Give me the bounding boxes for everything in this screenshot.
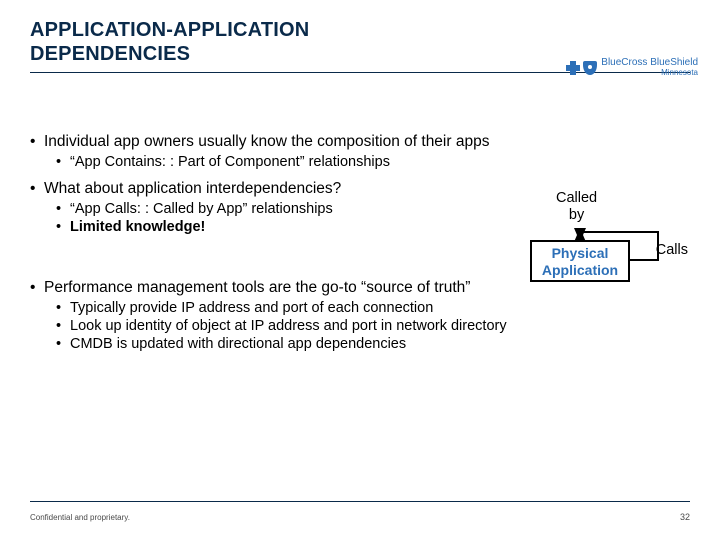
brand-logo: BlueCross BlueShield Minnesota xyxy=(566,58,698,77)
shield-icon xyxy=(583,61,597,75)
bullet-2b: Limited knowledge! xyxy=(70,219,205,235)
bullet-1a: “App Contains: : Part of Component” rela… xyxy=(70,154,390,170)
cross-icon xyxy=(566,61,580,75)
bullet-2a: “App Calls: : Called by App” relationshi… xyxy=(70,201,333,217)
logo-sub: Minnesota xyxy=(601,69,698,77)
bullet-3: Performance management tools are the go-… xyxy=(44,279,470,297)
called-by-label: Called by xyxy=(556,190,597,223)
bullet-3b: Look up identity of object at IP address… xyxy=(70,318,507,334)
bullet-3a: Typically provide IP address and port of… xyxy=(70,300,433,316)
dependency-diagram: Called by Physical Application Calls xyxy=(478,190,688,300)
logo-text: BlueCross BlueShield Minnesota xyxy=(601,58,698,77)
title-line2: DEPENDENCIES xyxy=(30,43,190,65)
title-line1: APPLICATION-APPLICATION xyxy=(30,19,309,41)
footer-text: Confidential and proprietary. xyxy=(30,513,130,522)
logo-main: BlueCross BlueShield xyxy=(601,58,698,68)
physical-application-box: Physical Application xyxy=(530,240,630,282)
logo-marks xyxy=(566,61,597,75)
bullet-3c: CMDB is updated with directional app dep… xyxy=(70,336,406,352)
footer-rule xyxy=(30,501,690,502)
bullet-1: Individual app owners usually know the c… xyxy=(44,133,489,151)
calls-label: Calls xyxy=(656,242,688,258)
bullet-2: What about application interdependencies… xyxy=(44,180,341,198)
page-number: 32 xyxy=(680,512,690,522)
